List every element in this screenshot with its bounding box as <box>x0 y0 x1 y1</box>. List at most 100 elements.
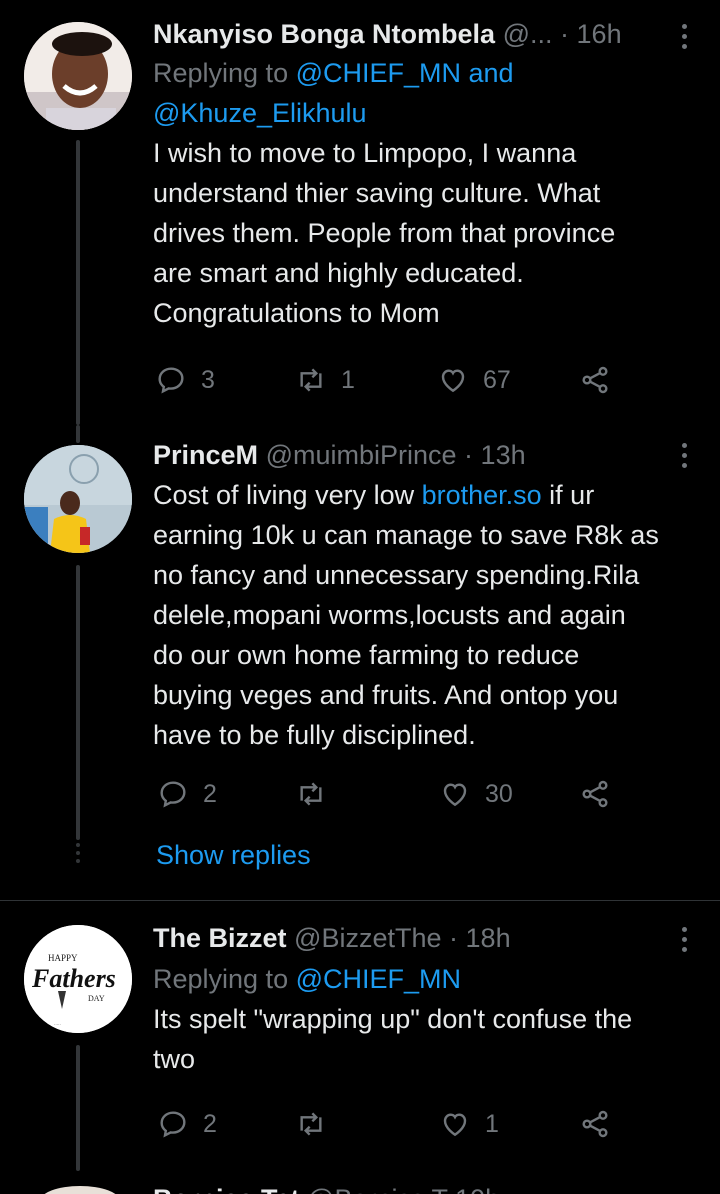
timestamp[interactable]: 13h <box>481 440 526 470</box>
share-icon <box>582 1110 608 1138</box>
heart-icon <box>441 369 465 393</box>
retweet-icon <box>300 368 322 392</box>
thread-continuation-dots <box>76 843 80 867</box>
tweet-line: understand thier saving culture. What <box>153 178 601 208</box>
retweet-count: 1 <box>341 365 355 394</box>
share-icon <box>582 366 608 394</box>
retweet-icon <box>300 1112 322 1136</box>
thread-line <box>76 565 80 840</box>
svg-text:HAPPY: HAPPY <box>48 953 78 963</box>
replying-to: Replying to @CHIEF_MN and @Khuze_Elikhul… <box>153 53 698 133</box>
reply-icon <box>160 1111 186 1138</box>
tweet-line: two <box>153 1044 196 1074</box>
share-button[interactable] <box>579 360 611 400</box>
tweet-header: Borniss Tet @Borniss T 10h <box>153 1182 500 1194</box>
tweet-text-segment: Cost of living very low <box>153 480 422 510</box>
tweet-text-segment: if ur <box>541 480 595 510</box>
tweet-line: Its spelt "wrapping up" don't confuse th… <box>153 1004 633 1034</box>
tweet-line: no fancy and unnecessary spending.Rila <box>153 560 640 590</box>
mention-link[interactable]: @CHIEF_MN <box>296 964 461 994</box>
tweet-text: Cost of living very low brother.so if ur… <box>153 475 698 755</box>
timestamp[interactable]: 10h <box>455 1184 500 1194</box>
thread-line <box>76 1045 80 1171</box>
avatar-bizzet[interactable]: HAPPY Fathers DAY ..... <box>24 925 132 1033</box>
like-button[interactable]: 1 <box>439 1104 499 1144</box>
tweet-line: earning 10k u can manage to save R8k as <box>153 520 659 550</box>
heart-icon <box>443 1113 467 1137</box>
like-count: 1 <box>485 1109 499 1138</box>
tweet-3[interactable]: HAPPY Fathers DAY ..... The Bizzet @Bizz… <box>0 901 720 1171</box>
avatar-image <box>24 22 132 130</box>
replying-to-label: Replying to <box>153 58 296 88</box>
tweet-text: Its spelt "wrapping up" don't confuse th… <box>153 999 698 1079</box>
handle[interactable]: @BizzetThe <box>294 923 441 953</box>
tweet-actions: 2 1 <box>155 1104 625 1144</box>
tweet-line: buying veges and fruits. And ontop you <box>153 680 619 710</box>
timestamp[interactable]: 16h <box>577 19 622 49</box>
tweet-4-partial[interactable]: Borniss Tet @Borniss T 10h <box>0 1180 720 1194</box>
tweet-actions: 2 30 <box>155 774 625 814</box>
tweet-2[interactable]: PrinceM @muimbiPrince · 13h Cost of livi… <box>0 425 720 900</box>
tweet-header: The Bizzet @BizzetThe · 18h <box>153 921 698 955</box>
reply-icon <box>160 781 186 808</box>
like-count: 67 <box>483 365 511 394</box>
avatar-princem[interactable] <box>24 445 132 553</box>
avatar-nkanyiso[interactable] <box>24 22 132 130</box>
avatar-image <box>24 445 132 553</box>
replying-to-label: Replying to <box>153 964 296 994</box>
tweet-line: are smart and highly educated. <box>153 258 524 288</box>
thread-line <box>76 140 80 425</box>
reply-button[interactable]: 2 <box>157 774 217 814</box>
separator-dot: · <box>449 923 459 953</box>
handle[interactable]: @muimbiPrince <box>266 440 457 470</box>
share-icon <box>582 780 608 808</box>
tweet-header: PrinceM @muimbiPrince · 13h <box>153 438 698 472</box>
reply-button[interactable]: 2 <box>157 1104 217 1144</box>
like-button[interactable]: 30 <box>439 774 513 814</box>
more-options-icon[interactable] <box>682 24 690 54</box>
separator-dot: · <box>560 19 570 49</box>
share-button[interactable] <box>579 774 611 814</box>
reply-count: 2 <box>203 779 217 808</box>
tweet-line: Congratulations to Mom <box>153 298 440 328</box>
url-link[interactable]: brother.so <box>422 480 542 510</box>
tweet-line: I wish to move to Limpopo, I wanna <box>153 138 577 168</box>
retweet-button[interactable] <box>295 774 341 814</box>
like-count: 30 <box>485 779 513 808</box>
handle[interactable]: @Borniss T <box>307 1184 447 1194</box>
mention-link[interactable]: @CHIEF_MN <box>296 58 461 88</box>
timestamp[interactable]: 18h <box>466 923 511 953</box>
avatar-partial[interactable] <box>40 1186 120 1194</box>
reply-count: 3 <box>201 365 215 394</box>
retweet-button[interactable]: 1 <box>295 360 355 400</box>
more-options-icon[interactable] <box>682 927 690 957</box>
more-options-icon[interactable] <box>682 443 690 473</box>
avatar-image: HAPPY Fathers DAY ..... <box>24 925 132 1033</box>
tweet-line: do our own home farming to reduce <box>153 640 580 670</box>
tweet-text: I wish to move to Limpopo, I wanna under… <box>153 133 698 333</box>
display-name[interactable]: PrinceM <box>153 440 258 470</box>
tweet-header: Nkanyiso Bonga Ntombela @... · 16h <box>153 17 698 51</box>
show-replies-link[interactable]: Show replies <box>156 840 311 871</box>
heart-icon <box>443 783 467 807</box>
reply-icon <box>158 367 184 394</box>
tweet-line: have to be fully disciplined. <box>153 720 476 750</box>
display-name[interactable]: Nkanyiso Bonga Ntombela <box>153 19 495 49</box>
svg-text:.....: ..... <box>54 1021 61 1027</box>
separator-dot: · <box>464 440 474 470</box>
reply-button[interactable]: 3 <box>155 360 215 400</box>
tweet-1[interactable]: Nkanyiso Bonga Ntombela @... · 16h Reply… <box>0 0 720 425</box>
retweet-button[interactable] <box>295 1104 341 1144</box>
thread-line <box>76 425 80 443</box>
tweet-line: delele,mopani worms,locusts and again <box>153 600 626 630</box>
display-name[interactable]: Borniss Tet <box>153 1184 300 1194</box>
display-name[interactable]: The Bizzet <box>153 923 287 953</box>
replying-to: Replying to @CHIEF_MN <box>153 959 698 999</box>
tweet-line: drives them. People from that province <box>153 218 616 248</box>
like-button[interactable]: 67 <box>437 360 511 400</box>
share-button[interactable] <box>579 1104 611 1144</box>
tweet-line: Cost of living very low brother.so if ur <box>153 475 698 515</box>
handle[interactable]: @... <box>503 19 553 49</box>
retweet-icon <box>300 782 322 806</box>
mention-link[interactable]: @Khuze_Elikhulu <box>153 98 367 128</box>
